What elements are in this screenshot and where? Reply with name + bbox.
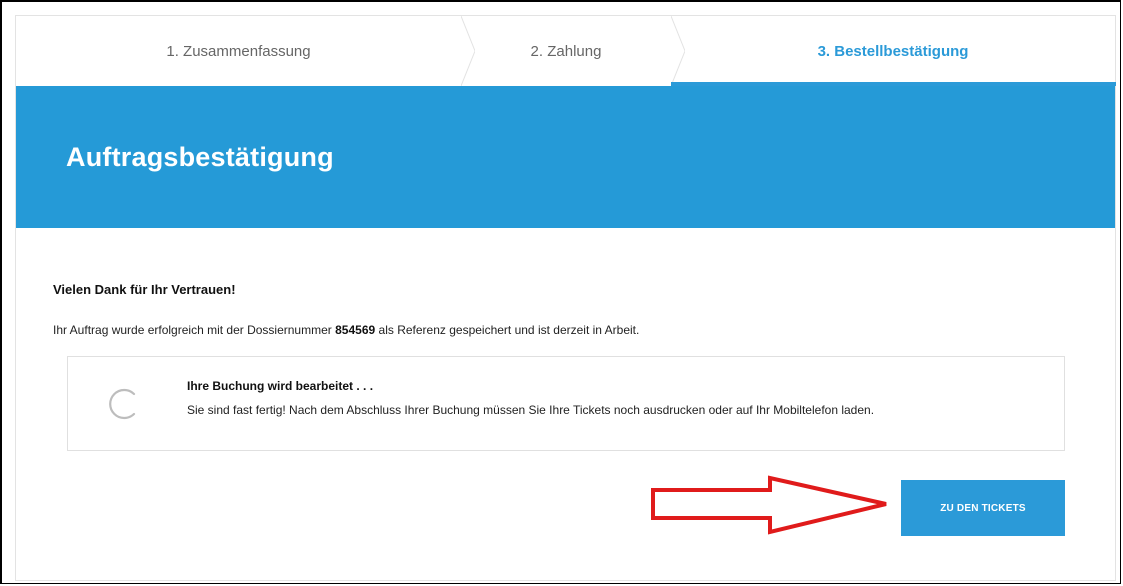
- step-payment-label: 2. Zahlung: [530, 42, 602, 60]
- checkout-steps: 1. Zusammenfassung 2. Zahlung 3. Bestell…: [16, 16, 1116, 86]
- go-to-tickets-button[interactable]: ZU DEN TICKETS: [901, 480, 1065, 536]
- booking-status-title: Ihre Buchung wird bearbeitet . . .: [187, 379, 374, 393]
- step-order-confirmation-label: 3. Bestellbestätigung: [817, 42, 969, 60]
- order-info-text: Ihr Auftrag wurde erfolgreich mit der Do…: [53, 323, 639, 337]
- step-summary-label: 1. Zusammenfassung: [166, 42, 311, 60]
- loading-spinner-icon: [109, 388, 136, 420]
- annotation-arrow-icon: [651, 475, 887, 535]
- dossier-number: 854569: [335, 323, 376, 337]
- step-payment[interactable]: 2. Zahlung: [461, 16, 685, 86]
- page-title: Auftragsbestätigung: [66, 142, 334, 172]
- thank-you-heading: Vielen Dank für Ihr Vertrauen!: [53, 282, 236, 297]
- checkout-card: 1. Zusammenfassung 2. Zahlung 3. Bestell…: [15, 15, 1116, 581]
- step-summary[interactable]: 1. Zusammenfassung: [16, 16, 475, 86]
- booking-status-text: Sie sind fast fertig! Nach dem Abschluss…: [187, 403, 875, 417]
- page-banner: Auftragsbestätigung: [16, 86, 1115, 228]
- order-info-suffix: als Referenz gespeichert und ist derzeit…: [378, 323, 640, 337]
- step-order-confirmation[interactable]: 3. Bestellbestätigung: [671, 16, 1115, 86]
- booking-status-box: Ihre Buchung wird bearbeitet . . . Sie s…: [67, 356, 1065, 451]
- order-info-prefix: Ihr Auftrag wurde erfolgreich mit der Do…: [53, 323, 332, 337]
